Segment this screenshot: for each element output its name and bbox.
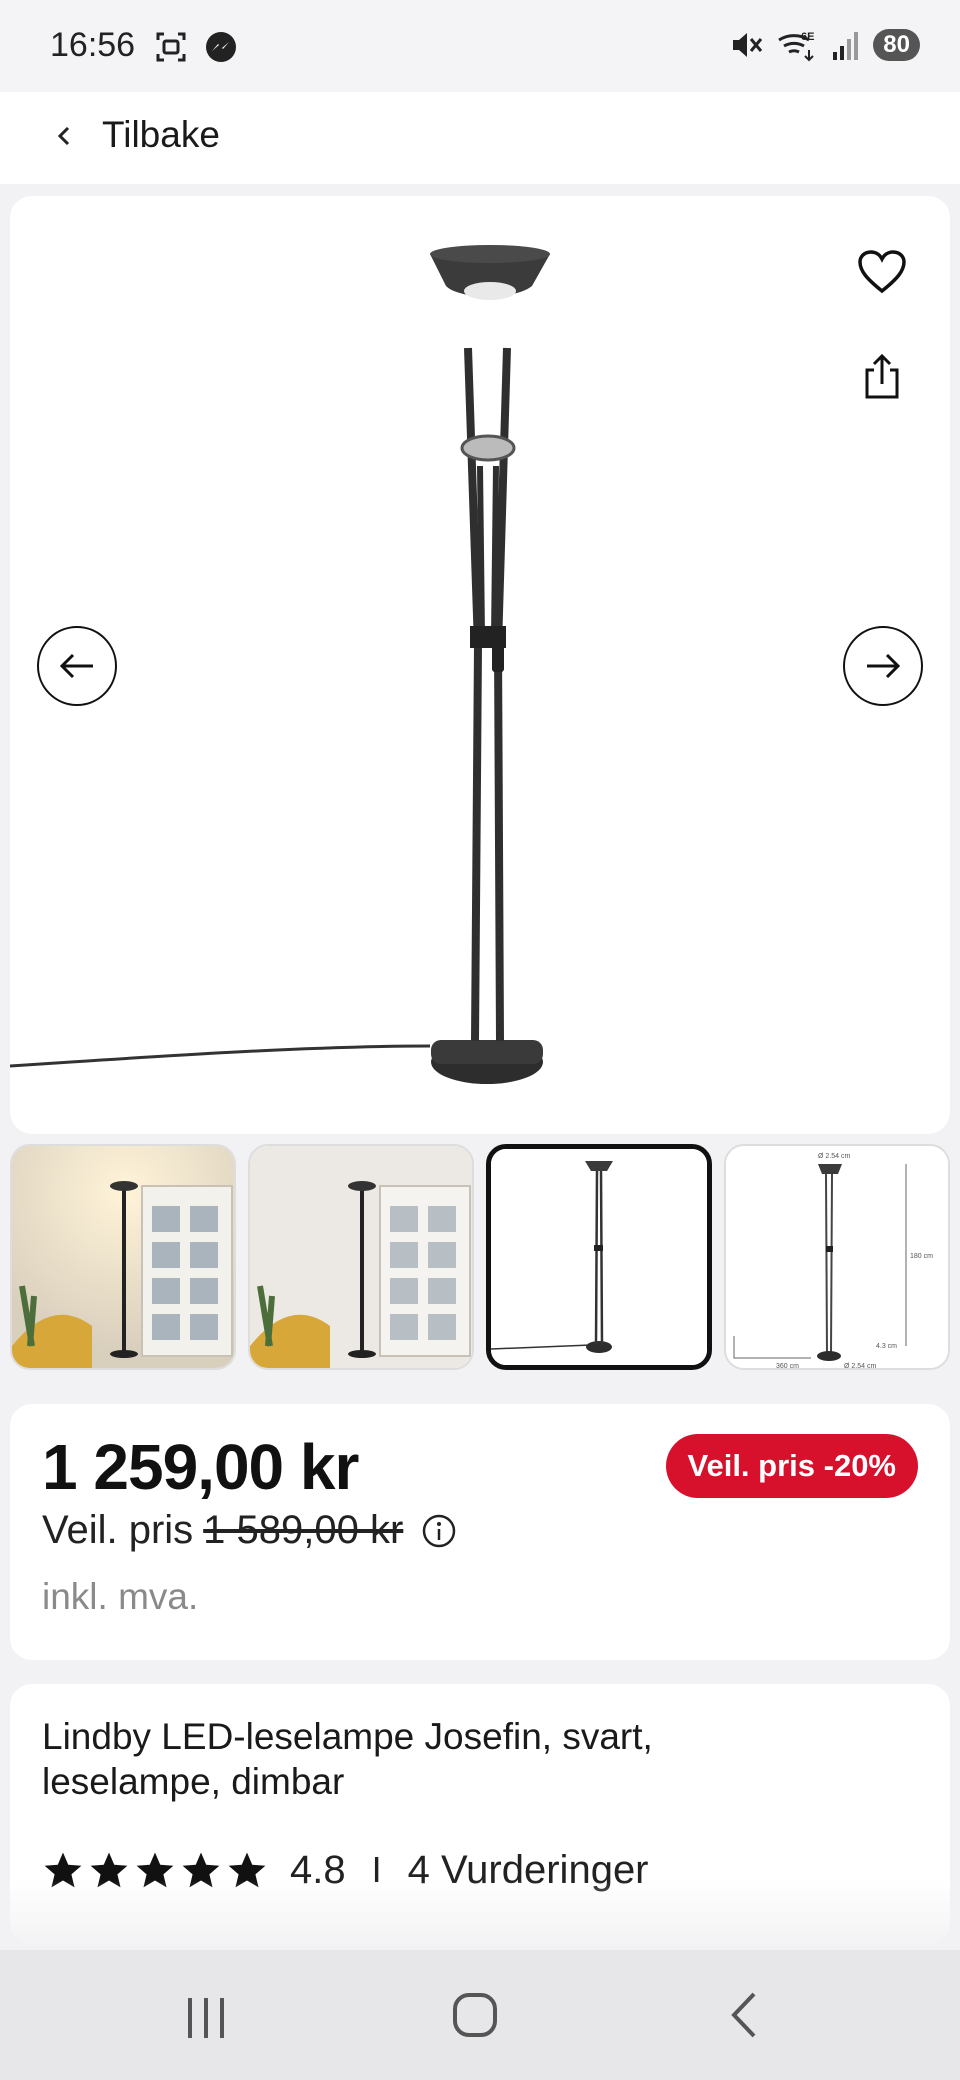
- system-back-icon[interactable]: [728, 1990, 760, 2040]
- thumbnail-lamp-in-room-unlit[interactable]: [248, 1144, 474, 1370]
- info-icon[interactable]: [421, 1513, 457, 1549]
- status-right-icons: 6E 80: [729, 28, 920, 62]
- share-icon: [865, 353, 899, 399]
- share-button[interactable]: [850, 344, 914, 408]
- rrp-label: Veil. pris: [42, 1508, 194, 1552]
- home-icon[interactable]: [452, 1992, 498, 2038]
- back-chevron-icon[interactable]: [48, 112, 78, 160]
- back-button[interactable]: Tilbake: [102, 114, 220, 156]
- discount-badge: Veil. pris -20%: [665, 1434, 918, 1498]
- wifi-6e-icon: 6E: [778, 31, 815, 62]
- messenger-icon: [206, 32, 236, 62]
- vat-note: inkl. mva.: [42, 1576, 199, 1617]
- product-image: [10, 245, 550, 1084]
- system-navigation-bar: [0, 1950, 960, 2080]
- arrow-right-icon: [867, 653, 901, 679]
- dimension-label: 4.3 cm: [876, 1343, 897, 1350]
- heart-icon: [858, 250, 906, 294]
- thumbnail-lamp-front-view[interactable]: [486, 1144, 712, 1370]
- rrp-row: Veil. pris 1 589,00 kr: [42, 1508, 457, 1553]
- top-bar: Tilbake: [0, 92, 960, 184]
- scroll-fade: [0, 1880, 960, 1950]
- product-title: Lindby LED-leselampe Josefin, svart, les…: [42, 1716, 653, 1802]
- dimensions-diagram: Ø 2.54 cm 180 cm 4.3 cm 360 cm Ø 2.54 cm: [726, 1146, 948, 1370]
- thumbnail-lamp-in-room-lit[interactable]: [10, 1144, 236, 1370]
- product-image-gallery[interactable]: [10, 196, 950, 1134]
- mute-icon: [733, 33, 763, 57]
- thumbnail-strip: Ø 2.54 cm 180 cm 4.3 cm 360 cm Ø 2.54 cm: [10, 1144, 960, 1370]
- screenshot-icon: [156, 32, 186, 62]
- current-price: 1 259,00 kr: [42, 1431, 359, 1503]
- dimension-label: 180 cm: [910, 1253, 933, 1260]
- signal-icon: [833, 32, 859, 60]
- previous-image-button[interactable]: [37, 626, 117, 706]
- lamp-front-thumbnail: [491, 1149, 707, 1365]
- room-photo-lit: [12, 1146, 234, 1368]
- dimension-label: 360 cm: [776, 1363, 799, 1370]
- room-photo-unlit: [250, 1146, 472, 1368]
- battery-icon: 80: [873, 29, 920, 61]
- dimension-label: Ø 2.54 cm: [818, 1153, 850, 1160]
- favorite-button[interactable]: [850, 240, 914, 304]
- dimension-label: Ø 2.54 cm: [844, 1363, 876, 1370]
- status-bar: 16:56 6E 80: [0, 0, 960, 92]
- status-left-icons: [154, 30, 238, 64]
- next-image-button[interactable]: [843, 626, 923, 706]
- thumbnail-lamp-dimensions[interactable]: Ø 2.54 cm 180 cm 4.3 cm 360 cm Ø 2.54 cm: [724, 1144, 950, 1370]
- rrp-old-price: 1 589,00 kr: [203, 1508, 404, 1552]
- arrow-left-icon: [59, 653, 93, 679]
- status-time: 16:56: [50, 26, 136, 64]
- price-card: 1 259,00 kr Veil. pris -20% Veil. pris 1…: [10, 1404, 950, 1660]
- svg-text:6E: 6E: [801, 31, 814, 43]
- recent-apps-icon[interactable]: [184, 1996, 228, 2040]
